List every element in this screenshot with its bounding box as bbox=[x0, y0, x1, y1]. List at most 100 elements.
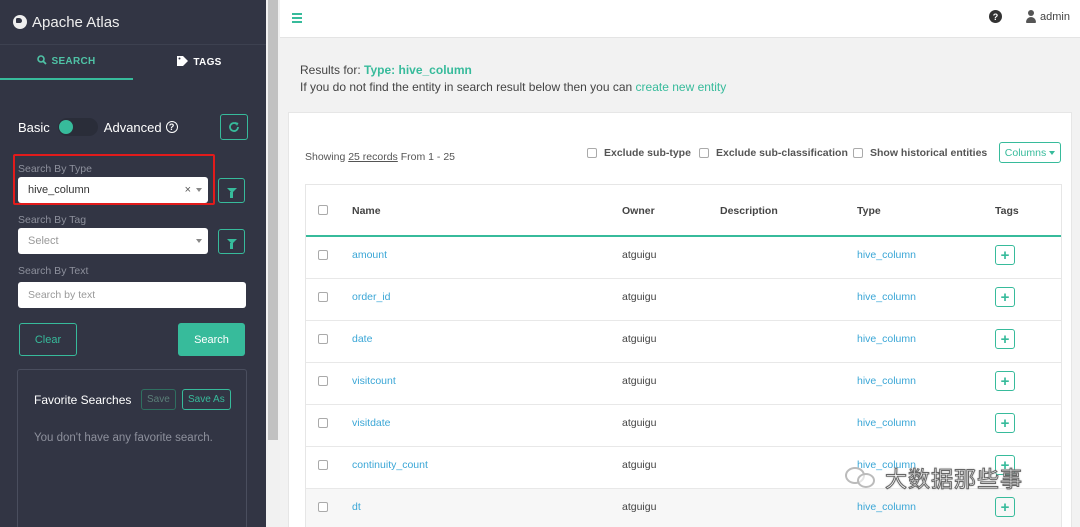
entity-name-link[interactable]: visitcount bbox=[352, 375, 396, 387]
exclude-subtype-option[interactable]: Exclude sub-type bbox=[587, 147, 691, 159]
entity-type-link[interactable]: hive_column bbox=[857, 249, 916, 261]
entity-name-link[interactable]: visitdate bbox=[352, 417, 391, 429]
add-tag-button[interactable]: + bbox=[995, 371, 1015, 391]
select-all-checkbox[interactable] bbox=[318, 205, 328, 215]
entity-owner: atguigu bbox=[622, 333, 657, 345]
favorite-searches-title: Favorite Searches bbox=[34, 393, 132, 407]
watermark-text: 大数据那些事 bbox=[884, 468, 1024, 494]
tag-icon bbox=[177, 56, 189, 69]
entity-type-link[interactable]: hive_column bbox=[857, 291, 916, 303]
sidebar-tabs: SEARCH TAGS bbox=[0, 44, 266, 80]
table-row: dt atguigu hive_column + bbox=[306, 489, 1061, 527]
entity-owner: atguigu bbox=[622, 501, 657, 513]
user-icon[interactable] bbox=[1026, 10, 1036, 23]
create-entity-link[interactable]: create new entity bbox=[636, 80, 727, 94]
entity-type-link[interactable]: hive_column bbox=[857, 375, 916, 387]
menu-icon[interactable] bbox=[292, 13, 302, 25]
search-text-input[interactable]: Search by text bbox=[18, 282, 246, 308]
add-tag-button[interactable]: + bbox=[995, 329, 1015, 349]
app-title: Apache Atlas bbox=[32, 13, 120, 31]
header-name[interactable]: Name bbox=[352, 205, 381, 217]
help-icon[interactable]: ? bbox=[989, 10, 1002, 23]
table-row: visitcount atguigu hive_column + bbox=[306, 363, 1061, 405]
entity-name-link[interactable]: dt bbox=[352, 501, 361, 513]
columns-dropdown-button[interactable]: Columns bbox=[999, 142, 1061, 163]
entity-type-link[interactable]: hive_column bbox=[857, 501, 916, 513]
show-historical-checkbox[interactable] bbox=[853, 148, 863, 158]
basic-label: Basic bbox=[18, 119, 50, 135]
search-by-tag-select[interactable]: Select bbox=[18, 228, 208, 254]
search-icon bbox=[37, 55, 48, 68]
exclude-subclassification-checkbox[interactable] bbox=[699, 148, 709, 158]
header-owner[interactable]: Owner bbox=[622, 205, 655, 217]
header-description[interactable]: Description bbox=[720, 205, 778, 217]
clear-button[interactable]: Clear bbox=[19, 323, 77, 356]
search-by-text-label: Search By Text bbox=[18, 265, 89, 277]
sidebar: Apache Atlas SEARCH TAGS Basic Advanced … bbox=[0, 0, 266, 527]
entity-owner: atguigu bbox=[622, 375, 657, 387]
entity-name-link[interactable]: date bbox=[352, 333, 372, 345]
mode-switch[interactable] bbox=[57, 118, 98, 136]
results-type-label: Type: bbox=[364, 63, 396, 77]
row-checkbox[interactable] bbox=[318, 502, 328, 512]
brand[interactable]: Apache Atlas bbox=[0, 0, 266, 44]
show-historical-option[interactable]: Show historical entities bbox=[853, 147, 987, 159]
save-as-favorite-button[interactable]: Save As bbox=[182, 389, 231, 410]
header-type[interactable]: Type bbox=[857, 205, 881, 217]
tab-tags[interactable]: TAGS bbox=[133, 45, 266, 80]
tag-filter-button[interactable] bbox=[218, 229, 245, 254]
table-header: Name Owner Description Type Tags bbox=[306, 185, 1061, 237]
add-tag-button[interactable]: + bbox=[995, 413, 1015, 433]
row-checkbox[interactable] bbox=[318, 376, 328, 386]
columns-label: Columns bbox=[1004, 146, 1047, 159]
row-checkbox[interactable] bbox=[318, 250, 328, 260]
row-checkbox[interactable] bbox=[318, 460, 328, 470]
add-tag-button[interactable]: + bbox=[995, 287, 1015, 307]
scrollbar-thumb[interactable] bbox=[268, 0, 278, 440]
row-checkbox[interactable] bbox=[318, 292, 328, 302]
results-prefix: Results for: bbox=[300, 63, 361, 77]
table-row: date atguigu hive_column + bbox=[306, 321, 1061, 363]
top-bar: ? admin bbox=[280, 0, 1080, 38]
type-filter-button[interactable] bbox=[218, 178, 245, 203]
entity-owner: atguigu bbox=[622, 249, 657, 261]
showing-prefix: Showing bbox=[305, 151, 346, 163]
entity-name-link[interactable]: amount bbox=[352, 249, 387, 261]
favorite-searches-panel: Favorite Searches Save Save As You don't… bbox=[17, 369, 247, 527]
entity-name-link[interactable]: continuity_count bbox=[352, 459, 428, 471]
save-favorite-button[interactable]: Save bbox=[141, 389, 176, 410]
tab-tags-label: TAGS bbox=[193, 57, 222, 68]
help-icon[interactable]: ? bbox=[165, 121, 178, 133]
row-checkbox[interactable] bbox=[318, 334, 328, 344]
entity-type-link[interactable]: hive_column bbox=[857, 417, 916, 429]
chevron-down-icon bbox=[1049, 150, 1056, 155]
entity-name-link[interactable]: order_id bbox=[352, 291, 391, 303]
entity-owner: atguigu bbox=[622, 459, 657, 471]
refresh-button[interactable] bbox=[220, 114, 248, 140]
tab-search[interactable]: SEARCH bbox=[0, 45, 133, 80]
header-tags: Tags bbox=[995, 205, 1019, 217]
add-tag-button[interactable]: + bbox=[995, 245, 1015, 265]
results-hint-text: If you do not find the entity in search … bbox=[300, 80, 633, 94]
refresh-icon bbox=[229, 122, 239, 132]
search-button[interactable]: Search bbox=[178, 323, 245, 356]
results-type-value: hive_column bbox=[398, 63, 472, 77]
records-link[interactable]: 25 records bbox=[348, 151, 398, 163]
exclude-subtype-label: Exclude sub-type bbox=[604, 147, 691, 159]
results-heading: Results for: Type: hive_column bbox=[300, 63, 472, 77]
exclude-subtype-checkbox[interactable] bbox=[587, 148, 597, 158]
search-by-tag-label: Search By Tag bbox=[18, 214, 87, 226]
tag-select-placeholder: Select bbox=[28, 235, 59, 247]
table-row: amount atguigu hive_column + bbox=[306, 237, 1061, 279]
showing-range: From 1 - 25 bbox=[400, 151, 455, 163]
globe-icon bbox=[13, 15, 27, 29]
username[interactable]: admin bbox=[1040, 11, 1070, 23]
entity-type-link[interactable]: hive_column bbox=[857, 333, 916, 345]
row-checkbox[interactable] bbox=[318, 418, 328, 428]
tab-search-label: SEARCH bbox=[51, 56, 96, 67]
entity-owner: atguigu bbox=[622, 291, 657, 303]
chevron-down-icon bbox=[196, 239, 202, 243]
add-tag-button[interactable]: + bbox=[995, 497, 1015, 517]
filter-icon bbox=[226, 188, 237, 198]
exclude-subclassification-option[interactable]: Exclude sub-classification bbox=[699, 147, 848, 159]
